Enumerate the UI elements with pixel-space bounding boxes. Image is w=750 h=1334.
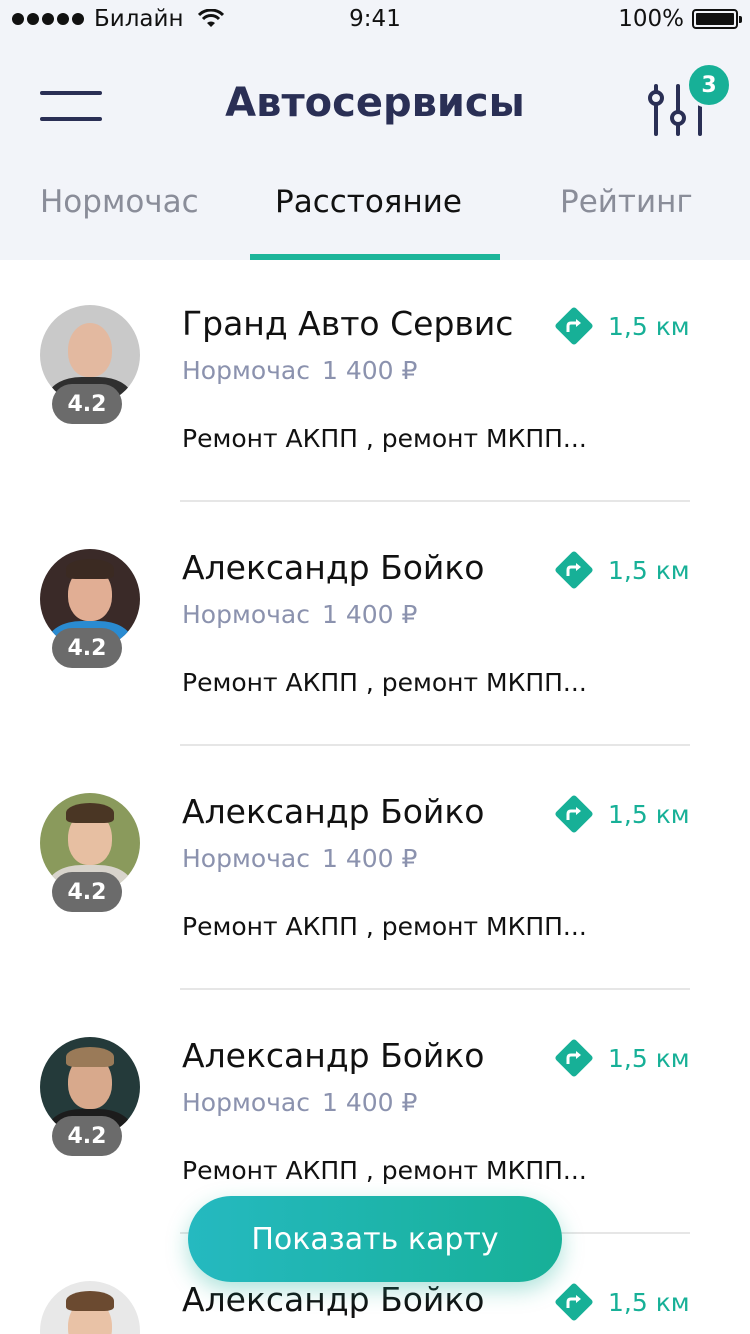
distance: 1,5 км [554,1282,690,1322]
status-bar: Билайн 9:41 100% [0,0,750,40]
tab-hourly-rate[interactable]: Нормочас [40,184,199,220]
distance: 1,5 км [554,794,690,834]
price-label: Нормочас [182,356,310,385]
avatar [40,1281,140,1334]
services-description: Ремонт АКПП , ремонт МКПП... [182,668,587,697]
rating-badge: 4.2 [52,872,122,912]
distance: 1,5 км [554,306,690,346]
filter-button[interactable]: 3 [646,62,732,140]
battery-icon [692,9,742,29]
list-item[interactable]: 4.2 Гранд Авто Сервис Нормочас 1 400 ₽ Ре… [0,260,750,504]
price-value: 1 400 ₽ [321,1088,418,1117]
distance: 1,5 км [554,550,690,590]
price-row: Нормочас 1 400 ₽ [182,600,417,629]
show-map-button[interactable]: Показать карту [188,1196,562,1282]
tab-rating[interactable]: Рейтинг [560,184,693,220]
tab-distance[interactable]: Расстояние [275,184,462,220]
service-name: Гранд Авто Сервис [182,304,514,343]
service-name: Александр Бойко [182,548,485,587]
sort-tabs: Нормочас Расстояние Рейтинг [0,176,750,260]
price-label: Нормочас [182,1088,310,1117]
service-name: Александр Бойко [182,792,485,831]
battery-percent: 100% [618,6,684,32]
rating-badge: 4.2 [52,628,122,668]
services-description: Ремонт АКПП , ремонт МКПП... [182,1156,587,1185]
divider [180,500,690,502]
page-title: Автосервисы [225,80,525,126]
price-value: 1 400 ₽ [321,356,418,385]
distance-label: 1,5 км [608,311,690,341]
services-description: Ремонт АКПП , ремонт МКПП... [182,424,587,453]
filter-count-badge: 3 [686,62,732,108]
service-name: Александр Бойко [182,1036,485,1075]
direction-turn-icon [555,551,593,589]
price-value: 1 400 ₽ [321,844,418,873]
price-row: Нормочас 1 400 ₽ [182,356,417,385]
distance-label: 1,5 км [608,799,690,829]
header: Билайн 9:41 100% Автосервисы 3 Нормочас [0,0,750,260]
distance-label: 1,5 км [608,555,690,585]
price-value: 1 400 ₽ [321,600,418,629]
divider [180,744,690,746]
direction-turn-icon [555,307,593,345]
status-right: 100% [618,6,742,32]
list-item[interactable]: 4.2 Александр Бойко Нормочас 1 400 ₽ Ремо… [0,748,750,992]
direction-turn-icon [555,1283,593,1321]
direction-turn-icon [555,795,593,833]
price-label: Нормочас [182,844,310,873]
rating-badge: 4.2 [52,1116,122,1156]
price-row: Нормочас 1 400 ₽ [182,844,417,873]
list-item[interactable]: 4.2 Александр Бойко Нормочас 1 400 ₽ Ремо… [0,504,750,748]
distance-label: 1,5 км [608,1043,690,1073]
services-description: Ремонт АКПП , ремонт МКПП... [182,912,587,941]
divider [180,988,690,990]
direction-turn-icon [555,1039,593,1077]
price-row: Нормочас 1 400 ₽ [182,1088,417,1117]
price-label: Нормочас [182,600,310,629]
service-name: Александр Бойко [182,1280,485,1319]
distance-label: 1,5 км [608,1287,690,1317]
distance: 1,5 км [554,1038,690,1078]
rating-badge: 4.2 [52,384,122,424]
